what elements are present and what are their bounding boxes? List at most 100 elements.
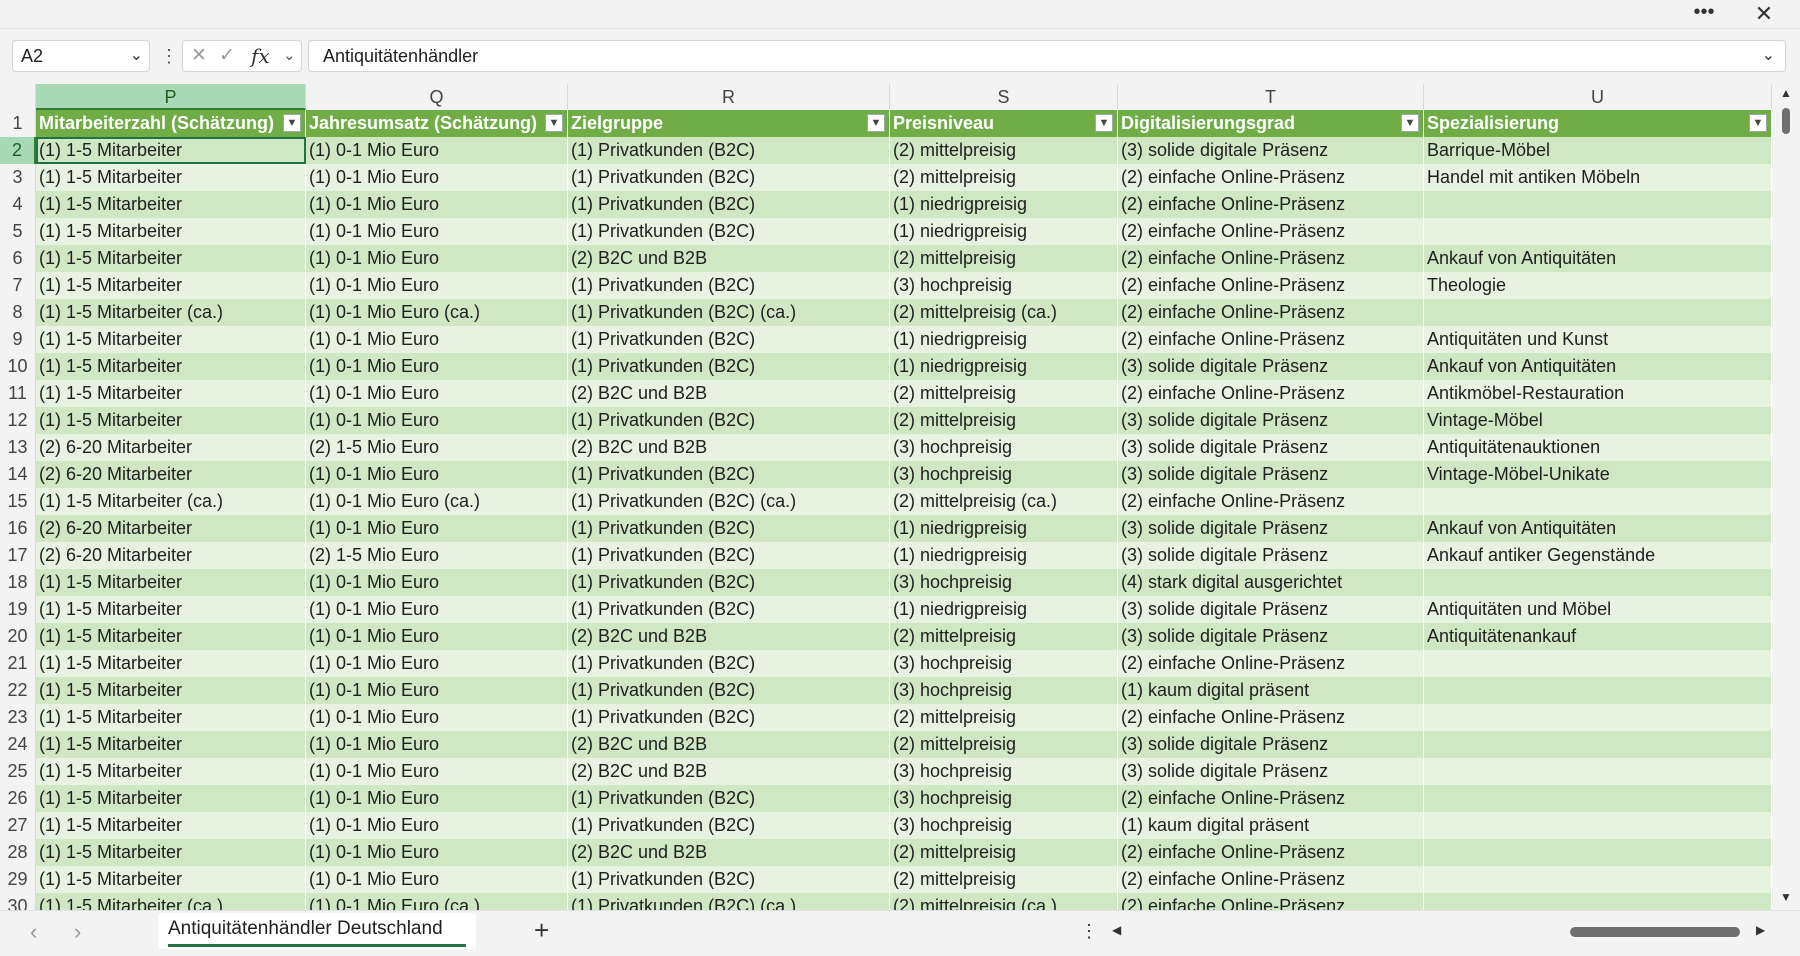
column-header-r[interactable]: R <box>568 84 890 110</box>
table-cell[interactable]: (1) 0-1 Mio Euro <box>306 461 568 488</box>
table-cell[interactable]: Antiquitäten und Möbel <box>1424 596 1772 623</box>
scroll-left-icon[interactable]: ◀ <box>1112 923 1121 937</box>
table-cell[interactable]: (2) einfache Online-Präsenz <box>1118 326 1424 353</box>
table-cell[interactable]: Ankauf von Antiquitäten <box>1424 353 1772 380</box>
table-cell[interactable]: (1) 1-5 Mitarbeiter <box>36 650 306 677</box>
table-cell[interactable]: Antiquitätenankauf <box>1424 623 1772 650</box>
table-cell[interactable] <box>1424 704 1772 731</box>
table-cell[interactable]: Antiquitäten und Kunst <box>1424 326 1772 353</box>
table-cell[interactable]: (1) 0-1 Mio Euro <box>306 596 568 623</box>
row-number[interactable]: 15 <box>0 488 36 515</box>
table-cell[interactable]: (3) hochpreisig <box>890 461 1118 488</box>
row-number[interactable]: 12 <box>0 407 36 434</box>
table-cell[interactable]: (1) Privatkunden (B2C) <box>568 164 890 191</box>
table-cell[interactable]: (1) Privatkunden (B2C) <box>568 704 890 731</box>
table-cell[interactable]: Vintage-Möbel <box>1424 407 1772 434</box>
row-number[interactable]: 6 <box>0 245 36 272</box>
spreadsheet-grid[interactable]: PQRSTU 1 Mitarbeiterzahl (Schätzung) ▼ Jahr… <box>0 84 1772 910</box>
table-cell[interactable]: (3) solide digitale Präsenz <box>1118 596 1424 623</box>
row-number[interactable]: 10 <box>0 353 36 380</box>
table-cell[interactable]: (2) B2C und B2B <box>568 434 890 461</box>
table-cell[interactable]: (1) 1-5 Mitarbeiter <box>36 353 306 380</box>
check-icon[interactable]: ✓ <box>219 41 235 71</box>
row-number[interactable]: 11 <box>0 380 36 407</box>
table-cell[interactable]: (3) hochpreisig <box>890 650 1118 677</box>
table-cell[interactable]: (1) Privatkunden (B2C) <box>568 461 890 488</box>
row-number[interactable]: 26 <box>0 785 36 812</box>
table-cell[interactable]: (1) kaum digital präsent <box>1118 812 1424 839</box>
row-number[interactable]: 20 <box>0 623 36 650</box>
table-cell[interactable]: (2) einfache Online-Präsenz <box>1118 299 1424 326</box>
table-cell[interactable]: (3) solide digitale Präsenz <box>1118 137 1424 164</box>
table-cell[interactable] <box>1424 812 1772 839</box>
table-cell[interactable]: (1) kaum digital präsent <box>1118 677 1424 704</box>
row-number[interactable]: 7 <box>0 272 36 299</box>
table-cell[interactable]: (1) 0-1 Mio Euro <box>306 137 568 164</box>
table-cell[interactable]: (3) hochpreisig <box>890 272 1118 299</box>
table-cell[interactable]: (1) Privatkunden (B2C) <box>568 785 890 812</box>
table-cell[interactable]: (1) 1-5 Mitarbeiter <box>36 191 306 218</box>
table-cell[interactable]: (3) solide digitale Präsenz <box>1118 407 1424 434</box>
table-cell[interactable]: (2) 6-20 Mitarbeiter <box>36 434 306 461</box>
table-cell[interactable]: (3) hochpreisig <box>890 434 1118 461</box>
scroll-thumb[interactable] <box>1782 108 1790 134</box>
table-cell[interactable]: Ankauf antiker Gegenstände <box>1424 542 1772 569</box>
table-cell[interactable] <box>1424 650 1772 677</box>
header-cell[interactable]: Spezialisierung ▼ <box>1424 110 1772 137</box>
row-number[interactable]: 5 <box>0 218 36 245</box>
table-cell[interactable]: (1) Privatkunden (B2C) (ca.) <box>568 488 890 515</box>
table-cell[interactable] <box>1424 839 1772 866</box>
table-cell[interactable]: (2) mittelpreisig <box>890 164 1118 191</box>
table-cell[interactable]: (3) solide digitale Präsenz <box>1118 353 1424 380</box>
expand-formula-icon[interactable]: ⌄ <box>1762 41 1775 71</box>
table-cell[interactable]: (3) hochpreisig <box>890 677 1118 704</box>
table-cell[interactable]: (1) 0-1 Mio Euro <box>306 272 568 299</box>
chevron-down-icon[interactable]: ⌄ <box>283 41 296 71</box>
table-cell[interactable]: (1) niedrigpreisig <box>890 191 1118 218</box>
table-cell[interactable]: (1) 0-1 Mio Euro <box>306 407 568 434</box>
row-number[interactable]: 9 <box>0 326 36 353</box>
table-cell[interactable]: (1) 1-5 Mitarbeiter <box>36 839 306 866</box>
table-cell[interactable]: Handel mit antiken Möbeln <box>1424 164 1772 191</box>
more-options-icon[interactable]: ••• <box>1688 0 1720 28</box>
table-cell[interactable] <box>1424 488 1772 515</box>
table-cell[interactable]: (1) 1-5 Mitarbeiter <box>36 164 306 191</box>
table-cell[interactable]: Ankauf von Antiquitäten <box>1424 245 1772 272</box>
filter-dropdown-icon[interactable]: ▼ <box>545 114 563 132</box>
table-cell[interactable]: (2) einfache Online-Präsenz <box>1118 866 1424 893</box>
row-number[interactable]: 22 <box>0 677 36 704</box>
table-cell[interactable]: (1) 0-1 Mio Euro <box>306 353 568 380</box>
sheet-tab[interactable]: Antiquitätenhändler Deutschland <box>158 913 476 949</box>
table-cell[interactable] <box>1424 191 1772 218</box>
table-cell[interactable]: (1) 0-1 Mio Euro <box>306 812 568 839</box>
filter-dropdown-icon[interactable]: ▼ <box>1749 114 1767 132</box>
vertical-dots-icon[interactable]: ⋮ <box>1080 921 1098 941</box>
table-cell[interactable]: (2) 1-5 Mio Euro <box>306 434 568 461</box>
horizontal-scroll-thumb[interactable] <box>1570 927 1740 937</box>
table-cell[interactable]: (1) Privatkunden (B2C) <box>568 137 890 164</box>
table-cell[interactable]: (1) 0-1 Mio Euro <box>306 866 568 893</box>
table-cell[interactable]: (3) solide digitale Präsenz <box>1118 731 1424 758</box>
table-cell[interactable]: (3) solide digitale Präsenz <box>1118 758 1424 785</box>
row-number[interactable]: 21 <box>0 650 36 677</box>
vertical-dots-icon[interactable]: ⋮ <box>160 42 178 70</box>
table-cell[interactable]: (2) mittelpreisig (ca.) <box>890 893 1118 910</box>
table-cell[interactable]: (2) 6-20 Mitarbeiter <box>36 461 306 488</box>
table-cell[interactable]: (2) B2C und B2B <box>568 731 890 758</box>
table-cell[interactable]: (1) 1-5 Mitarbeiter <box>36 866 306 893</box>
row-number[interactable]: 8 <box>0 299 36 326</box>
table-cell[interactable]: (1) 0-1 Mio Euro (ca.) <box>306 893 568 910</box>
table-cell[interactable]: (1) Privatkunden (B2C) <box>568 272 890 299</box>
table-cell[interactable]: (1) 1-5 Mitarbeiter <box>36 677 306 704</box>
table-cell[interactable]: Barrique-Möbel <box>1424 137 1772 164</box>
table-cell[interactable]: (2) 6-20 Mitarbeiter <box>36 515 306 542</box>
column-header-u[interactable]: U <box>1424 84 1772 110</box>
table-cell[interactable]: (1) 0-1 Mio Euro <box>306 245 568 272</box>
row-number[interactable]: 29 <box>0 866 36 893</box>
table-cell[interactable]: (2) einfache Online-Präsenz <box>1118 245 1424 272</box>
table-cell[interactable]: (1) Privatkunden (B2C) <box>568 515 890 542</box>
close-icon[interactable]: ✕ <box>1748 0 1780 28</box>
scroll-down-icon[interactable]: ▼ <box>1780 890 1792 904</box>
table-cell[interactable]: (3) hochpreisig <box>890 758 1118 785</box>
formula-input[interactable]: Antiquitätenhändler ⌄ <box>308 40 1786 72</box>
